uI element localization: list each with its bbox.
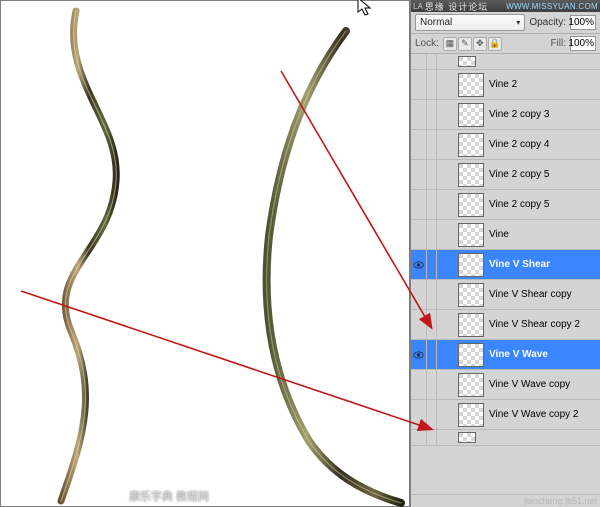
visibility-toggle[interactable] bbox=[411, 280, 427, 309]
lock-fill-row: Lock: ▦ ✎ ✥ 🔒 Fill: 100% bbox=[411, 34, 600, 54]
visibility-toggle[interactable] bbox=[411, 220, 427, 249]
fill-input[interactable]: 100% bbox=[570, 36, 596, 51]
link-column bbox=[427, 400, 437, 429]
layer-name-label[interactable]: Vine V Shear copy 2 bbox=[489, 319, 580, 330]
link-column bbox=[427, 190, 437, 219]
link-column bbox=[427, 250, 437, 279]
link-column bbox=[427, 430, 437, 445]
lock-position-icon[interactable]: ✥ bbox=[473, 37, 487, 51]
layer-row[interactable]: Vine V Wave bbox=[411, 340, 600, 370]
credit-overlay: 康乐字典 教程网 bbox=[129, 488, 209, 504]
layer-thumbnail[interactable] bbox=[458, 432, 476, 443]
document-canvas[interactable]: 康乐字典 教程网 bbox=[0, 0, 410, 507]
layer-name-label[interactable]: Vine 2 copy 5 bbox=[489, 199, 549, 210]
watermark: WWW.MISSYUAN.COM bbox=[506, 2, 598, 11]
layer-row[interactable]: Vine 2 copy 3 bbox=[411, 100, 600, 130]
layer-row[interactable]: Vine 2 copy 5 bbox=[411, 160, 600, 190]
panel-title: 思缘 设计论坛 bbox=[425, 0, 489, 13]
blend-mode-select[interactable]: Normal ▾ bbox=[415, 14, 525, 31]
link-column bbox=[427, 160, 437, 189]
layer-thumbnail[interactable] bbox=[458, 343, 484, 367]
lock-pixels-icon[interactable]: ✎ bbox=[458, 37, 472, 51]
layer-row[interactable]: Vine bbox=[411, 220, 600, 250]
layer-name-label[interactable]: Vine 2 copy 4 bbox=[489, 139, 549, 150]
layer-thumbnail[interactable] bbox=[458, 403, 484, 427]
visibility-toggle[interactable] bbox=[411, 340, 427, 369]
visibility-toggle[interactable] bbox=[411, 400, 427, 429]
layer-row[interactable]: Vine 2 bbox=[411, 70, 600, 100]
layer-name-label[interactable]: Vine V Wave copy 2 bbox=[489, 409, 579, 420]
link-column bbox=[427, 100, 437, 129]
link-column bbox=[427, 70, 437, 99]
eye-icon bbox=[413, 351, 424, 359]
layer-row[interactable]: Vine V Shear copy 2 bbox=[411, 310, 600, 340]
link-column bbox=[427, 130, 437, 159]
visibility-toggle[interactable] bbox=[411, 430, 427, 445]
footer-url: jiaocheng.jb51.net bbox=[411, 494, 600, 507]
visibility-toggle[interactable] bbox=[411, 70, 427, 99]
blend-opacity-row: Normal ▾ Opacity: 100% bbox=[411, 12, 600, 34]
visibility-toggle[interactable] bbox=[411, 160, 427, 189]
eye-icon bbox=[413, 261, 424, 269]
layer-row[interactable] bbox=[411, 430, 600, 446]
panel-tab-label[interactable]: LA bbox=[413, 2, 423, 11]
layer-row[interactable] bbox=[411, 54, 600, 70]
visibility-toggle[interactable] bbox=[411, 310, 427, 339]
app-root: 康乐字典 教程网 LA 思缘 设计论坛 WWW.MISSYUAN.COM Nor… bbox=[0, 0, 600, 507]
layers-list[interactable]: Vine 2 Vine 2 copy 3 Vine 2 copy 4 Vine 2 c… bbox=[411, 54, 600, 494]
blend-mode-value: Normal bbox=[420, 17, 452, 28]
layer-name-label[interactable]: Vine 2 copy 5 bbox=[489, 169, 549, 180]
layer-row[interactable]: Vine V Wave copy bbox=[411, 370, 600, 400]
visibility-toggle[interactable] bbox=[411, 250, 427, 279]
panel-header: LA 思缘 设计论坛 WWW.MISSYUAN.COM bbox=[411, 0, 600, 12]
lock-buttons: ▦ ✎ ✥ 🔒 bbox=[443, 37, 502, 51]
layer-row[interactable]: Vine 2 copy 4 bbox=[411, 130, 600, 160]
layer-thumbnail[interactable] bbox=[458, 56, 476, 67]
layer-name-label[interactable]: Vine V Wave bbox=[489, 349, 548, 360]
layer-thumbnail[interactable] bbox=[458, 133, 484, 157]
layer-row[interactable]: Vine V Shear bbox=[411, 250, 600, 280]
lock-label: Lock: bbox=[415, 38, 439, 49]
layer-thumbnail[interactable] bbox=[458, 193, 484, 217]
fill-label: Fill: bbox=[550, 38, 566, 49]
layer-row[interactable]: Vine V Shear copy bbox=[411, 280, 600, 310]
link-column bbox=[427, 220, 437, 249]
visibility-toggle[interactable] bbox=[411, 130, 427, 159]
link-column bbox=[427, 310, 437, 339]
layer-thumbnail[interactable] bbox=[458, 223, 484, 247]
link-column bbox=[427, 370, 437, 399]
opacity-label: Opacity: bbox=[529, 17, 566, 28]
layer-name-label[interactable]: Vine V Shear copy bbox=[489, 289, 572, 300]
link-column bbox=[427, 54, 437, 69]
layer-name-label[interactable]: Vine V Shear bbox=[489, 259, 550, 270]
opacity-input[interactable]: 100% bbox=[570, 15, 596, 30]
canvas-art bbox=[1, 1, 411, 507]
layer-thumbnail[interactable] bbox=[458, 313, 484, 337]
layers-panel: LA 思缘 设计论坛 WWW.MISSYUAN.COM Normal ▾ Opa… bbox=[410, 0, 600, 507]
layer-name-label[interactable]: Vine bbox=[489, 229, 509, 240]
layer-row[interactable]: Vine V Wave copy 2 bbox=[411, 400, 600, 430]
layer-thumbnail[interactable] bbox=[458, 283, 484, 307]
visibility-toggle[interactable] bbox=[411, 100, 427, 129]
link-column bbox=[427, 280, 437, 309]
layer-thumbnail[interactable] bbox=[458, 373, 484, 397]
visibility-toggle[interactable] bbox=[411, 190, 427, 219]
layer-thumbnail[interactable] bbox=[458, 103, 484, 127]
lock-all-icon[interactable]: 🔒 bbox=[488, 37, 502, 51]
layer-thumbnail[interactable] bbox=[458, 73, 484, 97]
lock-transparency-icon[interactable]: ▦ bbox=[443, 37, 457, 51]
layer-name-label[interactable]: Vine 2 bbox=[489, 79, 517, 90]
layer-thumbnail[interactable] bbox=[458, 163, 484, 187]
layer-thumbnail[interactable] bbox=[458, 253, 484, 277]
layer-name-label[interactable]: Vine V Wave copy bbox=[489, 379, 570, 390]
visibility-toggle[interactable] bbox=[411, 54, 427, 69]
layer-name-label[interactable]: Vine 2 copy 3 bbox=[489, 109, 549, 120]
chevron-down-icon: ▾ bbox=[516, 18, 520, 27]
link-column bbox=[427, 340, 437, 369]
visibility-toggle[interactable] bbox=[411, 370, 427, 399]
layer-row[interactable]: Vine 2 copy 5 bbox=[411, 190, 600, 220]
mouse-cursor bbox=[357, 0, 375, 19]
